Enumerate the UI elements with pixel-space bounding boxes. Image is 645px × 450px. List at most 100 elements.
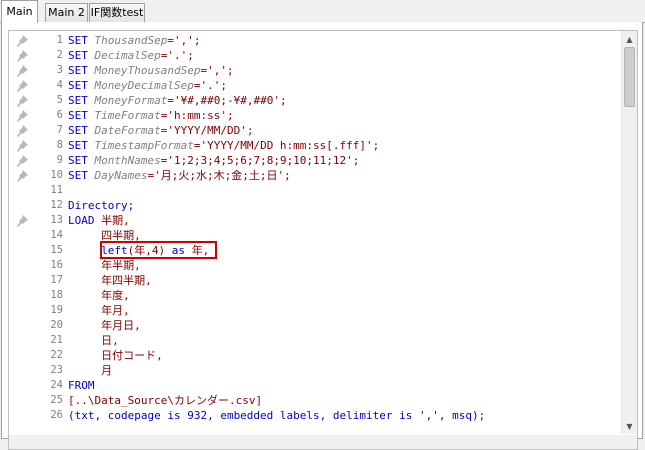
pin-icon[interactable] [15,78,29,92]
code-token: MoneyThousandSep [94,64,201,77]
code-line: 年半期, [68,258,141,273]
code-token: ='¥#,##0;-¥#,##0'; [167,94,287,107]
vertical-scrollbar[interactable]: ▲ ▼ [621,31,637,434]
code-token: =','; [200,64,234,77]
scroll-down-arrow-icon[interactable]: ▼ [622,418,637,434]
code-token: ='h:mm:ss'; [160,109,234,122]
scroll-up-arrow-icon[interactable]: ▲ [622,31,637,47]
code-line: Directory; [68,198,134,213]
code-token: ='.'; [193,79,227,92]
pin-icon[interactable] [15,93,29,107]
code-line: 日付コード, [68,348,163,363]
code-token: MoneyDecimalSep [94,79,194,92]
code-line: FROM [68,378,95,393]
line-number: 17 [50,274,63,286]
code-token: SET [68,64,95,77]
code-token: ThousandSep [94,34,168,47]
code-line: SET MoneyThousandSep=','; [68,63,234,78]
code-token: SET [68,94,95,107]
line-number: 10 [50,169,63,181]
horizontal-scrollbar[interactable] [9,435,637,449]
pin-icon[interactable] [15,138,29,152]
code-token: SET [68,124,95,137]
code-token: ='YYYY/MM/DD h:mm:ss[.fff]'; [193,139,380,152]
code-token: SET [68,139,95,152]
code-token: 年月, [68,304,130,317]
pin-icon[interactable] [15,48,29,62]
line-number: 1 [56,34,63,46]
code-token: SET [68,34,95,47]
script-panel: 1 2 3 4 5 6 7 8 9 10 11 12 13 14 15 16 17 18 19 20 21 22 23 24 2… [1,22,643,450]
tab-main[interactable]: Main [1,0,38,23]
line-number: 4 [56,79,63,91]
code-token: DateFormat [94,124,161,137]
code-token: ='.'; [160,49,194,62]
line-number: 19 [50,304,63,316]
code-line: SET MonthNames='1;2;3;4;5;6;7;8;9;10;11;… [68,153,359,168]
pin-icon[interactable] [15,63,29,77]
code-line: 年月, [68,303,130,318]
code-token: =','; [167,34,201,47]
code-line: SET DecimalSep='.'; [68,48,194,63]
line-number: 11 [50,184,63,196]
line-number: 2 [56,49,63,61]
code-token: 日付コード, [68,349,163,362]
pin-icon[interactable] [15,123,29,137]
line-number-column: 1 2 3 4 5 6 7 8 9 10 11 12 13 14 15 16 17 18 19 20 21 22 23 24 2… [39,31,63,449]
line-number: 20 [50,319,63,331]
tab-if-test-label: IF関数test [90,6,144,19]
code-line: SET DayNames='月;火;水;木;金;土;日'; [68,168,291,183]
code-area[interactable]: SET ThousandSep=','; SET DecimalSep='.'; S… [68,31,621,449]
pin-icon[interactable] [15,168,29,182]
code-token: TimestampFormat [94,139,194,152]
code-token: 日, [68,334,119,347]
pin-icon[interactable] [15,213,29,227]
code-line: (txt, codepage is 932, embedded labels, … [68,408,485,423]
pin-icon[interactable] [15,33,29,47]
code-line: 年四半期, [68,273,152,288]
line-number: 13 [50,214,63,226]
code-line: SET TimestampFormat='YYYY/MM/DD h:mm:ss[… [68,138,379,153]
code-line: SET DateFormat='YYYY/MM/DD'; [68,123,253,138]
line-number: 6 [56,109,63,121]
tab-bar: Main Main 2 IF関数test [0,0,645,24]
bookmark-gutter[interactable] [9,31,39,449]
code-token: ='月;火;水;木;金;土;日'; [147,169,291,182]
code-line: SET TimeFormat='h:mm:ss'; [68,108,234,123]
script-editor[interactable]: 1 2 3 4 5 6 7 8 9 10 11 12 13 14 15 16 17 18 19 20 21 22 23 24 2… [8,30,638,450]
code-token: LOAD [68,214,102,227]
line-number: 23 [50,364,63,376]
code-token: 年度, [68,289,130,302]
pin-icon[interactable] [15,153,29,167]
line-number: 5 [56,94,63,106]
code-token: DayNames [94,169,148,182]
code-token: SET [68,49,95,62]
tab-main-2-label: Main 2 [48,6,85,19]
code-token: ='1;2;3;4;5;6;7;8;9;10;11;12'; [160,154,360,167]
code-token: 月 [68,364,113,377]
code-line: 年月日, [68,318,141,333]
code-token: 半期, [101,214,130,227]
tab-if-test[interactable]: IF関数test [89,3,145,22]
line-number: 25 [50,394,63,406]
code-token: 年半期, [68,259,141,272]
line-number: 26 [50,409,63,421]
code-token: Directory; [68,199,135,212]
line-number: 22 [50,349,63,361]
code-line: [..\Data_Source\カレンダー.csv] [68,393,262,408]
code-line: 日, [68,333,119,348]
line-number: 21 [50,334,63,346]
tab-main-2[interactable]: Main 2 [45,3,88,22]
scrollbar-thumb[interactable] [624,47,635,107]
code-token: (txt, codepage is 932, embedded labels, … [68,409,486,422]
code-line: SET MoneyFormat='¥#,##0;-¥#,##0'; [68,93,287,108]
pin-icon[interactable] [15,108,29,122]
line-number: 14 [50,229,63,241]
code-token: DecimalSep [94,49,161,62]
line-number: 9 [56,154,63,166]
code-token: SET [68,79,95,92]
code-token: SET [68,154,95,167]
code-token: ='YYYY/MM/DD'; [160,124,254,137]
code-token: SET [68,109,95,122]
